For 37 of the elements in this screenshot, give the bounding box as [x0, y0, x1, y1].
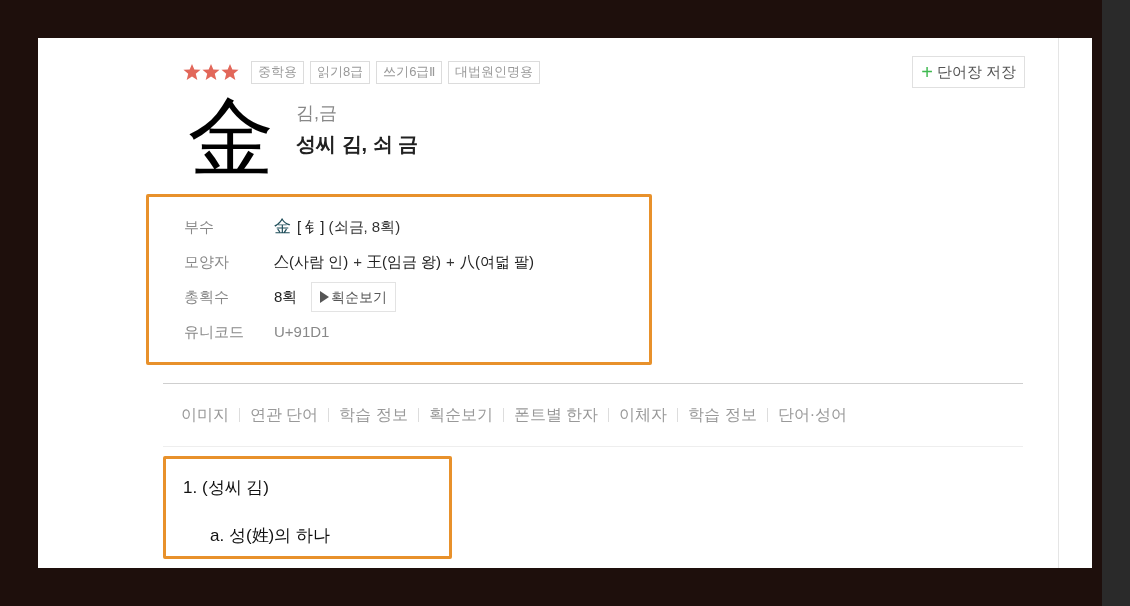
section-link[interactable]: 이미지	[181, 403, 229, 427]
unicode-value: U+91D1	[274, 321, 330, 342]
meaning: 성씨 김, 쇠 금	[296, 132, 419, 157]
field-label: 총획수	[184, 286, 230, 307]
plus-icon: +	[921, 62, 933, 82]
component-part: 王(임금 왕)	[366, 251, 442, 272]
readings: 김,금	[296, 102, 338, 125]
hanja-character: 金	[188, 94, 274, 180]
star-icon	[183, 63, 201, 81]
plus-sign: +	[353, 251, 362, 272]
star-icon	[202, 63, 220, 81]
component-part: 亼(사람 인)	[274, 251, 349, 272]
save-to-wordbook-button[interactable]: + 단어장 저장	[912, 56, 1025, 88]
definition-heading: 1. (성씨 김)	[183, 477, 270, 499]
field-label: 유니코드	[184, 321, 245, 342]
section-link[interactable]: 획순보기	[428, 403, 493, 427]
star-icon	[221, 63, 239, 81]
play-icon	[320, 291, 330, 303]
radical-info: (쇠금, 8획)	[328, 216, 401, 237]
section-link[interactable]: 학습 정보	[339, 403, 408, 427]
level-tag: 쓰기6급Ⅱ	[376, 60, 443, 84]
stroke-order-button[interactable]: 획순보기	[311, 282, 397, 312]
level-tag: 읽기8급	[310, 60, 371, 84]
section-link[interactable]: 학습 정보	[688, 403, 757, 427]
field-label: 부수	[184, 216, 215, 237]
radical-variant: [ 钅]	[297, 216, 325, 237]
level-tag: 중학용	[251, 60, 304, 84]
plus-sign: +	[446, 251, 455, 272]
field-label: 모양자	[184, 251, 230, 272]
section-link[interactable]: 연관 단어	[250, 403, 319, 427]
definition-sense: a. 성(姓)의 하나	[210, 524, 331, 547]
section-link[interactable]: 이체자	[619, 403, 668, 427]
component-part: 八(여덟 팔)	[459, 251, 535, 272]
section-link[interactable]: 폰트별 한자	[513, 403, 599, 427]
section-link[interactable]: 단어·성어	[777, 403, 848, 427]
stroke-count: 8획	[274, 286, 298, 307]
level-tag: 대법원인명용	[448, 60, 541, 84]
